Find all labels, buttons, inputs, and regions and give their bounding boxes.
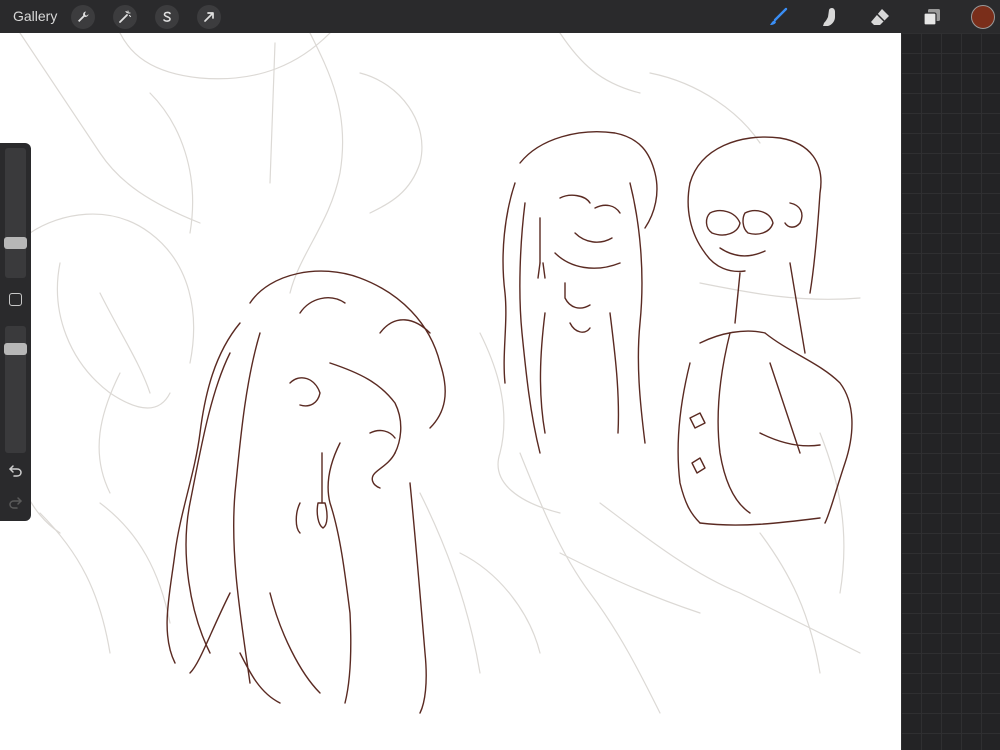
modify-square-icon[interactable] xyxy=(9,293,22,306)
left-sidebar xyxy=(0,143,31,521)
sketch-artwork xyxy=(0,33,861,714)
brush-tool-button[interactable] xyxy=(766,5,790,29)
background-sketch-lines xyxy=(0,33,861,714)
sketch-figure-left xyxy=(166,270,446,714)
drawing-canvas[interactable] xyxy=(0,33,901,750)
smudge-tool-button[interactable] xyxy=(818,5,842,29)
wrench-icon xyxy=(78,11,89,22)
layers-icon xyxy=(923,9,940,26)
brush-size-slider-thumb[interactable] xyxy=(4,236,27,249)
layers-tool-button[interactable] xyxy=(920,5,944,29)
undo-icon[interactable] xyxy=(8,463,23,478)
selection-button[interactable] xyxy=(155,5,179,29)
smudge-finger-icon xyxy=(823,8,835,26)
sketch-figure-middle xyxy=(502,131,658,454)
eraser-tool-button[interactable] xyxy=(868,5,892,29)
adjustments-button[interactable] xyxy=(113,5,137,29)
brush-size-slider[interactable] xyxy=(5,148,26,278)
top-toolbar: Gallery xyxy=(0,0,1000,33)
sketch-figure-right xyxy=(677,136,853,526)
color-picker-swatch[interactable] xyxy=(971,5,995,29)
selection-s-icon xyxy=(163,11,171,22)
arrow-cursor-icon xyxy=(204,12,214,22)
opacity-slider-thumb[interactable] xyxy=(4,343,27,356)
canvas-backdrop-grid xyxy=(901,33,1000,750)
gallery-button[interactable]: Gallery xyxy=(13,8,57,25)
transform-button[interactable] xyxy=(197,5,221,29)
actions-wrench-button[interactable] xyxy=(71,5,95,29)
brush-icon xyxy=(770,7,788,25)
eraser-icon xyxy=(871,9,889,25)
magic-wand-icon xyxy=(119,10,132,23)
redo-icon[interactable] xyxy=(8,495,23,510)
